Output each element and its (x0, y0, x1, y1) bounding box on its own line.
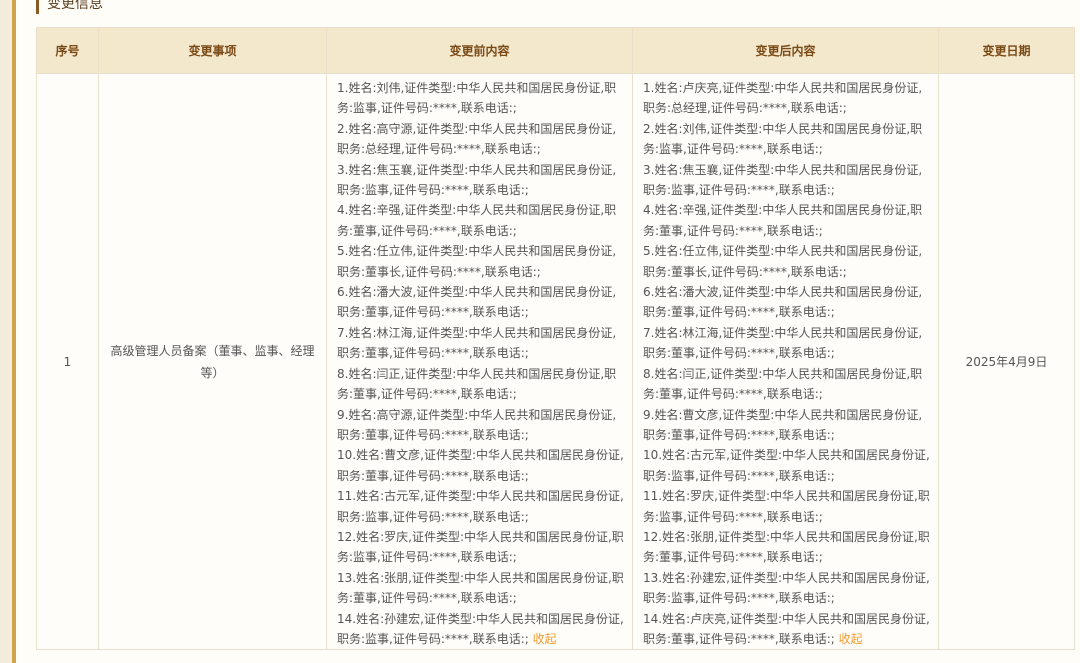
before-entry: 10.姓名:曹文彦,证件类型:中华人民共和国居民身份证,职务:董事,证件号码:*… (337, 445, 624, 486)
after-entry-text: 13.姓名:孙建宏,证件类型:中华人民共和国居民身份证,职务:监事,证件号码:*… (643, 570, 930, 606)
before-entry: 1.姓名:刘伟,证件类型:中华人民共和国居民身份证,职务:监事,证件号码:***… (337, 78, 624, 119)
before-content-cell: 1.姓名:刘伟,证件类型:中华人民共和国居民身份证,职务:监事,证件号码:***… (326, 72, 633, 651)
before-entry-text: 10.姓名:曹文彦,证件类型:中华人民共和国居民身份证,职务:董事,证件号码:*… (337, 448, 624, 483)
before-entry: 9.姓名:高守源,证件类型:中华人民共和国居民身份证,职务:董事,证件号码:**… (337, 405, 624, 446)
after-entry-text: 11.姓名:罗庆,证件类型:中华人民共和国居民身份证,职务:监事,证件号码:**… (643, 489, 930, 524)
after-entry-text: 6.姓名:潘大波,证件类型:中华人民共和国居民身份证,职务:董事,证件号码:**… (643, 285, 923, 320)
after-entry-text: 5.姓名:任立伟,证件类型:中华人民共和国居民身份证,职务:董事长,证件号码:*… (643, 244, 923, 279)
before-entry-text: 13.姓名:张朋,证件类型:中华人民共和国居民身份证,职务:董事,证件号码:**… (337, 570, 624, 606)
table-row: 1 高级管理人员备案（董事、监事、经理等） 1.姓名:刘伟,证件类型:中华人民共… (36, 72, 1075, 651)
before-collapse-link[interactable]: 收起 (533, 632, 557, 646)
after-entry: 3.姓名:焦玉襄,证件类型:中华人民共和国居民身份证,职务:监事,证件号码:**… (643, 160, 930, 201)
left-rail (0, 0, 12, 663)
before-entry: 13.姓名:张朋,证件类型:中华人民共和国居民身份证,职务:董事,证件号码:**… (337, 568, 624, 609)
after-entry: 1.姓名:卢庆亮,证件类型:中华人民共和国居民身份证,职务:总经理,证件号码:*… (643, 78, 930, 119)
header-item: 变更事项 (98, 27, 327, 74)
header-date: 变更日期 (938, 27, 1075, 74)
before-entry: 7.姓名:林江海,证件类型:中华人民共和国居民身份证,职务:董事,证件号码:**… (337, 323, 624, 364)
after-entry-text: 7.姓名:林江海,证件类型:中华人民共和国居民身份证,职务:董事,证件号码:**… (643, 325, 923, 361)
before-entry-text: 6.姓名:潘大波,证件类型:中华人民共和国居民身份证,职务:董事,证件号码:**… (337, 285, 617, 320)
after-entry-text: 8.姓名:闫正,证件类型:中华人民共和国居民身份证,职务:董事,证件号码:***… (643, 366, 923, 402)
change-info-page: 变更信息 序号 变更事项 变更前内容 变更后内容 变更日期 1 高级管理人员备案… (0, 0, 1080, 663)
left-rail-accent-line (12, 0, 16, 663)
before-entry-text: 14.姓名:孙建宏,证件类型:中华人民共和国居民身份证,职务:监事,证件号码:*… (337, 611, 624, 646)
row-item: 高级管理人员备案（董事、监事、经理等） (98, 72, 327, 651)
before-entry-text: 4.姓名:辛强,证件类型:中华人民共和国居民身份证,职务:董事,证件号码:***… (337, 203, 617, 238)
change-table: 序号 变更事项 变更前内容 变更后内容 变更日期 1 高级管理人员备案（董事、监… (36, 27, 1075, 651)
before-content-list: 1.姓名:刘伟,证件类型:中华人民共和国居民身份证,职务:监事,证件号码:***… (337, 78, 624, 649)
after-entry: 2.姓名:刘伟,证件类型:中华人民共和国居民身份证,职务:监事,证件号码:***… (643, 119, 930, 160)
before-entry-text: 7.姓名:林江海,证件类型:中华人民共和国居民身份证,职务:董事,证件号码:**… (337, 325, 617, 361)
after-entry: 7.姓名:林江海,证件类型:中华人民共和国居民身份证,职务:董事,证件号码:**… (643, 323, 930, 364)
after-entry-text: 9.姓名:曹文彦,证件类型:中华人民共和国居民身份证,职务:董事,证件号码:**… (643, 407, 923, 442)
before-entry: 11.姓名:古元军,证件类型:中华人民共和国居民身份证,职务:监事,证件号码:*… (337, 486, 624, 527)
after-entry-text: 4.姓名:辛强,证件类型:中华人民共和国居民身份证,职务:董事,证件号码:***… (643, 203, 923, 238)
after-entry: 13.姓名:孙建宏,证件类型:中华人民共和国居民身份证,职务:监事,证件号码:*… (643, 568, 930, 609)
header-after: 变更后内容 (632, 27, 939, 74)
before-entry-text: 3.姓名:焦玉襄,证件类型:中华人民共和国居民身份证,职务:监事,证件号码:**… (337, 162, 617, 198)
after-entry: 5.姓名:任立伟,证件类型:中华人民共和国居民身份证,职务:董事长,证件号码:*… (643, 241, 930, 282)
before-entry: 8.姓名:闫正,证件类型:中华人民共和国居民身份证,职务:董事,证件号码:***… (337, 364, 624, 405)
before-entry: 2.姓名:高守源,证件类型:中华人民共和国居民身份证,职务:总经理,证件号码:*… (337, 119, 624, 160)
after-entry: 4.姓名:辛强,证件类型:中华人民共和国居民身份证,职务:董事,证件号码:***… (643, 200, 930, 241)
before-entry: 3.姓名:焦玉襄,证件类型:中华人民共和国居民身份证,职务:监事,证件号码:**… (337, 160, 624, 201)
after-entry: 10.姓名:古元军,证件类型:中华人民共和国居民身份证,职务:监事,证件号码:*… (643, 445, 930, 486)
before-entry-text: 12.姓名:罗庆,证件类型:中华人民共和国居民身份证,职务:监事,证件号码:**… (337, 529, 624, 565)
after-entry-text: 1.姓名:卢庆亮,证件类型:中华人民共和国居民身份证,职务:总经理,证件号码:*… (643, 81, 923, 116)
row-seq: 1 (36, 72, 99, 651)
before-entry: 14.姓名:孙建宏,证件类型:中华人民共和国居民身份证,职务:监事,证件号码:*… (337, 609, 624, 650)
table-header-row: 序号 变更事项 变更前内容 变更后内容 变更日期 (36, 27, 1075, 74)
before-entry: 5.姓名:任立伟,证件类型:中华人民共和国居民身份证,职务:董事长,证件号码:*… (337, 241, 624, 282)
after-collapse-link[interactable]: 收起 (839, 632, 863, 646)
after-entry-text: 10.姓名:古元军,证件类型:中华人民共和国居民身份证,职务:监事,证件号码:*… (643, 448, 930, 483)
after-entry: 12.姓名:张朋,证件类型:中华人民共和国居民身份证,职务:董事,证件号码:**… (643, 527, 930, 568)
after-entry: 14.姓名:卢庆亮,证件类型:中华人民共和国居民身份证,职务:董事,证件号码:*… (643, 609, 930, 650)
after-entry: 8.姓名:闫正,证件类型:中华人民共和国居民身份证,职务:董事,证件号码:***… (643, 364, 930, 405)
after-entry: 9.姓名:曹文彦,证件类型:中华人民共和国居民身份证,职务:董事,证件号码:**… (643, 405, 930, 446)
after-entry-text: 14.姓名:卢庆亮,证件类型:中华人民共和国居民身份证,职务:董事,证件号码:*… (643, 611, 930, 646)
before-entry: 4.姓名:辛强,证件类型:中华人民共和国居民身份证,职务:董事,证件号码:***… (337, 200, 624, 241)
before-entry-text: 5.姓名:任立伟,证件类型:中华人民共和国居民身份证,职务:董事长,证件号码:*… (337, 244, 617, 279)
header-seq: 序号 (36, 27, 99, 74)
after-content-list: 1.姓名:卢庆亮,证件类型:中华人民共和国居民身份证,职务:总经理,证件号码:*… (643, 78, 930, 649)
after-entry: 11.姓名:罗庆,证件类型:中华人民共和国居民身份证,职务:监事,证件号码:**… (643, 486, 930, 527)
after-content-cell: 1.姓名:卢庆亮,证件类型:中华人民共和国居民身份证,职务:总经理,证件号码:*… (632, 72, 939, 651)
section-title: 变更信息 (36, 0, 103, 14)
before-entry-text: 1.姓名:刘伟,证件类型:中华人民共和国居民身份证,职务:监事,证件号码:***… (337, 81, 617, 116)
after-entry: 6.姓名:潘大波,证件类型:中华人民共和国居民身份证,职务:董事,证件号码:**… (643, 282, 930, 323)
after-entry-text: 2.姓名:刘伟,证件类型:中华人民共和国居民身份证,职务:监事,证件号码:***… (643, 121, 923, 157)
row-date: 2025年4月9日 (938, 72, 1075, 651)
header-before: 变更前内容 (326, 27, 633, 74)
before-entry: 6.姓名:潘大波,证件类型:中华人民共和国居民身份证,职务:董事,证件号码:**… (337, 282, 624, 323)
before-entry-text: 2.姓名:高守源,证件类型:中华人民共和国居民身份证,职务:总经理,证件号码:*… (337, 121, 617, 157)
after-entry-text: 12.姓名:张朋,证件类型:中华人民共和国居民身份证,职务:董事,证件号码:**… (643, 529, 930, 565)
after-entry-text: 3.姓名:焦玉襄,证件类型:中华人民共和国居民身份证,职务:监事,证件号码:**… (643, 162, 923, 198)
before-entry-text: 9.姓名:高守源,证件类型:中华人民共和国居民身份证,职务:董事,证件号码:**… (337, 407, 617, 442)
before-entry: 12.姓名:罗庆,证件类型:中华人民共和国居民身份证,职务:监事,证件号码:**… (337, 527, 624, 568)
before-entry-text: 11.姓名:古元军,证件类型:中华人民共和国居民身份证,职务:监事,证件号码:*… (337, 489, 624, 524)
before-entry-text: 8.姓名:闫正,证件类型:中华人民共和国居民身份证,职务:董事,证件号码:***… (337, 366, 617, 402)
